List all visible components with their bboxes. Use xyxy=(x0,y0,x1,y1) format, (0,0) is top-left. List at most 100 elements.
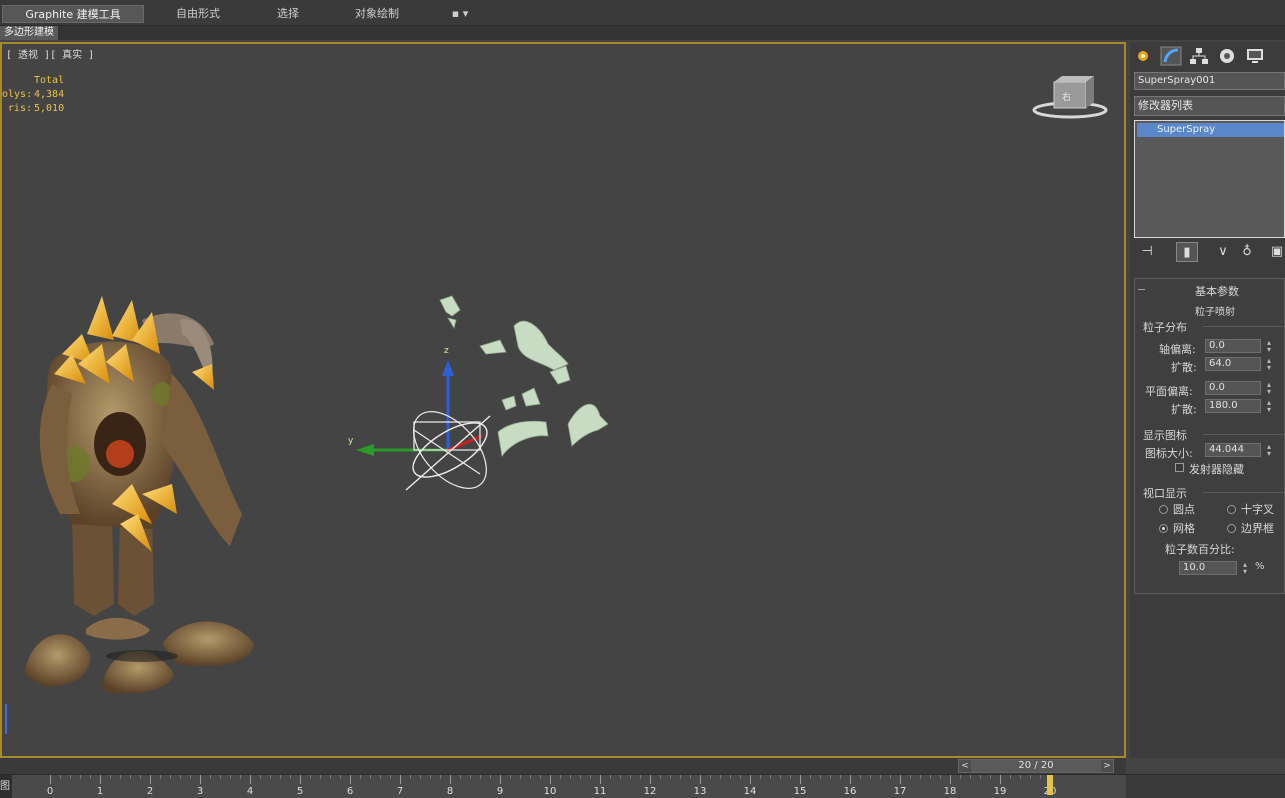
frame-tick-label: 1 xyxy=(96,786,104,797)
frame-minor-tick xyxy=(830,775,831,779)
frame-tick-mark xyxy=(300,775,301,784)
frame-tick-label: 2 xyxy=(146,786,154,797)
frame-minor-tick xyxy=(980,775,981,779)
modifier-stack[interactable]: SuperSpray xyxy=(1134,120,1285,238)
tab-selection[interactable]: 选择 xyxy=(252,5,324,23)
emitter-hidden-label: 发射器隐藏 xyxy=(1189,463,1244,476)
radio-mesh-label: 网格 xyxy=(1173,522,1195,535)
frame-minor-tick xyxy=(590,775,591,779)
frame-minor-tick xyxy=(530,775,531,779)
radio-bbox[interactable] xyxy=(1227,524,1236,533)
plane-offset-spinner[interactable]: ▴ ▾ xyxy=(1265,381,1273,396)
icon-size-input[interactable]: 44.044 xyxy=(1205,443,1261,457)
frame-minor-tick xyxy=(840,775,841,779)
hierarchy-icon[interactable] xyxy=(1188,46,1210,66)
pin-stack-icon[interactable]: ⊣ xyxy=(1136,242,1158,262)
stats-tris-key: ris: xyxy=(7,103,32,114)
frame-tick-mark xyxy=(50,775,51,784)
radio-mesh[interactable] xyxy=(1159,524,1168,533)
frame-readout[interactable]: 20 / 20 xyxy=(971,760,1101,772)
display-icon[interactable] xyxy=(1244,46,1266,66)
viewport-label[interactable]: [ 透视 ][ 真实 ] xyxy=(6,46,94,61)
frame-minor-tick xyxy=(140,775,141,779)
rollout-title[interactable]: 基本参数 xyxy=(1195,283,1239,299)
frame-tick-mark xyxy=(1000,775,1001,784)
track-bar-menu[interactable]: 图 xyxy=(0,775,12,798)
frame-minor-tick xyxy=(1020,775,1021,779)
time-slider[interactable]: < 20 / 20 > xyxy=(958,759,1114,773)
stats-header: Total xyxy=(34,75,65,86)
show-end-result-icon[interactable]: ▮ xyxy=(1176,242,1198,262)
group-divider xyxy=(1203,434,1283,435)
tab-freeform[interactable]: 自由形式 xyxy=(146,5,250,23)
create-icon[interactable] xyxy=(1132,46,1154,66)
frame-minor-tick xyxy=(90,775,91,779)
frame-minor-tick xyxy=(610,775,611,779)
plane-offset-input[interactable]: 0.0 xyxy=(1205,381,1261,395)
rollout-collapse-icon[interactable]: − xyxy=(1137,283,1146,296)
ribbon-options-dropdown[interactable]: ▪ ▾ xyxy=(430,5,490,23)
stack-item-superspray[interactable]: SuperSpray xyxy=(1137,123,1284,137)
group-viewport-display: 视口显示 xyxy=(1143,487,1187,500)
frame-tick-mark xyxy=(950,775,951,784)
group-particle-distribution: 粒子分布 xyxy=(1143,321,1187,334)
frame-minor-tick xyxy=(940,775,941,779)
spread1-spinner[interactable]: ▴ ▾ xyxy=(1265,357,1273,372)
frame-minor-tick xyxy=(540,775,541,779)
frame-minor-tick xyxy=(80,775,81,779)
frame-minor-tick xyxy=(420,775,421,779)
frame-minor-tick xyxy=(240,775,241,779)
viewcube-face-label[interactable]: 右 xyxy=(1062,90,1071,103)
percent-unit: % xyxy=(1255,561,1265,572)
plane-offset-label: 平面偏离: xyxy=(1145,385,1193,398)
frame-minor-tick xyxy=(430,775,431,779)
frame-minor-tick xyxy=(720,775,721,779)
frame-tick-label: 17 xyxy=(893,786,907,797)
configure-sets-icon[interactable]: ▣ xyxy=(1266,242,1285,262)
tab-polygon-modeling[interactable]: 多边形建模 xyxy=(0,26,58,40)
tab-graphite-modeling[interactable]: Graphite 建模工具 xyxy=(2,5,144,23)
make-unique-icon[interactable]: ∨ xyxy=(1212,242,1234,262)
axis-offset-spinner[interactable]: ▴ ▾ xyxy=(1265,339,1273,354)
spread2-input[interactable]: 180.0 xyxy=(1205,399,1261,413)
axis-z-label: z xyxy=(444,346,449,356)
radio-dots[interactable] xyxy=(1159,505,1168,514)
axis-offset-input[interactable]: 0.0 xyxy=(1205,339,1261,353)
spread1-input[interactable]: 64.0 xyxy=(1205,357,1261,371)
next-frame-button[interactable]: > xyxy=(1101,760,1113,772)
frame-minor-tick xyxy=(890,775,891,779)
track-bar[interactable]: 图 01234567891011121314151617181920 xyxy=(0,774,1285,798)
percent-spinner[interactable]: ▴ ▾ xyxy=(1241,561,1249,576)
frame-tick-mark xyxy=(400,775,401,784)
frame-minor-tick xyxy=(280,775,281,779)
tab-object-paint[interactable]: 对象绘制 xyxy=(326,5,428,23)
prev-frame-button[interactable]: < xyxy=(959,760,971,772)
frame-minor-tick xyxy=(960,775,961,779)
remove-modifier-icon[interactable]: ♁ xyxy=(1236,242,1258,262)
group-divider xyxy=(1203,326,1283,327)
modify-icon[interactable] xyxy=(1160,46,1182,66)
object-name-field[interactable]: SuperSpray001 xyxy=(1134,72,1285,90)
radio-ticks[interactable] xyxy=(1227,505,1236,514)
frame-minor-tick xyxy=(780,775,781,779)
frame-minor-tick xyxy=(680,775,681,779)
axis-offset-label: 轴偏离: xyxy=(1159,343,1196,356)
axis-y-label: y xyxy=(348,436,354,446)
frame-minor-tick xyxy=(210,775,211,779)
rock-golem-model[interactable] xyxy=(24,296,254,694)
transform-gizmo[interactable] xyxy=(356,360,500,502)
frame-minor-tick xyxy=(380,775,381,779)
emitter-hidden-checkbox[interactable] xyxy=(1175,463,1184,472)
frame-minor-tick xyxy=(330,775,331,779)
current-frame-marker[interactable] xyxy=(1047,775,1053,795)
motion-icon[interactable] xyxy=(1216,46,1238,66)
spread2-spinner[interactable]: ▴ ▾ xyxy=(1265,399,1273,414)
frame-minor-tick xyxy=(860,775,861,779)
percent-input[interactable]: 10.0 xyxy=(1179,561,1237,575)
frame-minor-tick xyxy=(660,775,661,779)
icon-size-spinner[interactable]: ▴ ▾ xyxy=(1265,443,1273,458)
frame-tick-label: 10 xyxy=(543,786,557,797)
rollout-subtitle: 粒子喷射 xyxy=(1195,307,1235,318)
perspective-viewport[interactable]: [ 透视 ][ 真实 ] Total olys: 4,384 ris: 5,010 … xyxy=(0,42,1126,758)
modifier-list-dropdown[interactable]: 修改器列表 xyxy=(1134,96,1285,116)
